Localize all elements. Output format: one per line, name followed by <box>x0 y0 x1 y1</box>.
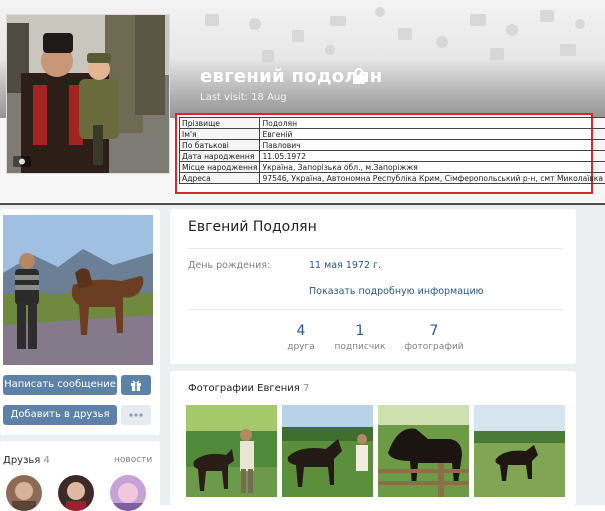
friend-photo <box>6 475 42 511</box>
table-row: Дата народження 11.05.1972 <box>180 151 605 162</box>
profile-cover-panel: евгений подолян Last visit: 18 Aug Прізв… <box>0 0 605 202</box>
profile-photo[interactable] <box>3 215 153 365</box>
row-key: Місце народження <box>180 162 260 173</box>
row-value: Павлович <box>260 140 605 151</box>
show-details-link[interactable]: Показать подробную информацию <box>309 286 484 297</box>
photo-horses-man <box>186 405 277 497</box>
counter-followers[interactable]: 1 подписчик <box>325 323 395 352</box>
camera-icon[interactable] <box>13 153 31 167</box>
send-message-button[interactable]: Написать сообщение <box>3 375 117 395</box>
birthday-label: День рождения: <box>188 260 270 271</box>
friends-count: 4 <box>44 455 50 466</box>
row-value: Подолян <box>260 118 605 129</box>
row-value: Евгеній <box>260 129 605 140</box>
photo-horse-pasture <box>474 405 565 497</box>
photo-thumbnail[interactable] <box>186 405 277 497</box>
row-key: Дата народження <box>180 151 260 162</box>
row-value: Україна, Запорізька обл., м.Запоріжжя <box>260 162 605 173</box>
page-title: Евгений Подолян <box>188 219 317 235</box>
personal-data-table: Прізвище Подолян Ім'я Евгеній По батьков… <box>179 117 605 184</box>
profile-avatar-large[interactable] <box>6 14 170 174</box>
photos-title[interactable]: Фотографии Евгения 7 <box>188 383 309 394</box>
friend-avatar[interactable] <box>58 475 94 511</box>
photo-thumbnail[interactable] <box>378 405 469 497</box>
last-visit-text: Last visit: 18 Aug <box>200 92 287 103</box>
friends-title[interactable]: Друзья 4 <box>3 455 50 466</box>
photo-horse-field <box>282 405 373 497</box>
table-row: Адреса 97546, Україна, Автономна Республ… <box>180 173 605 184</box>
photos-count: 7 <box>303 383 309 394</box>
counter-label: подписчик <box>325 342 395 352</box>
divider <box>188 309 563 310</box>
table-row: Ім'я Евгеній <box>180 129 605 140</box>
photos-card: Фотографии Евгения 7 <box>170 371 576 505</box>
friends-news-link[interactable]: новости <box>114 455 152 465</box>
highlighted-info-table: Прізвище Подолян Ім'я Евгеній По батьков… <box>175 113 593 194</box>
table-row: Місце народження Україна, Запорізька обл… <box>180 162 605 173</box>
photo-thumbnail[interactable] <box>474 405 565 497</box>
lock-icon <box>352 68 366 84</box>
friend-photo <box>58 475 94 511</box>
row-value: 11.05.1972 <box>260 151 605 162</box>
row-key: Ім'я <box>180 129 260 140</box>
divider <box>188 248 563 249</box>
more-actions-button[interactable] <box>121 405 151 425</box>
friend-photo <box>110 475 146 511</box>
row-value: 97546, Україна, Автономна Республіка Кри… <box>260 173 605 184</box>
gift-button[interactable] <box>121 375 151 395</box>
friends-card: Друзья 4 новости <box>0 441 160 511</box>
more-dots-icon <box>129 413 143 417</box>
table-row: По батькові Павлович <box>180 140 605 151</box>
profile-info-card: Евгений Подолян День рождения: 11 мая 19… <box>170 209 576 364</box>
vk-profile-page: Написать сообщение Добавить в друзья Дру… <box>0 205 605 505</box>
row-key: Адреса <box>180 173 260 184</box>
row-key: Прізвище <box>180 118 260 129</box>
friend-avatar[interactable] <box>6 475 42 511</box>
photo-thumbnail[interactable] <box>282 405 373 497</box>
counter-number: 7 <box>399 323 469 339</box>
photo-man-with-horse <box>3 215 153 365</box>
add-friend-button[interactable]: Добавить в друзья <box>3 405 117 425</box>
avatar-card: Написать сообщение Добавить в друзья <box>0 209 160 435</box>
friends-label: Друзья <box>3 455 40 466</box>
birthday-value[interactable]: 11 мая 1972 г. <box>309 260 381 271</box>
table-row: Прізвище Подолян <box>180 118 605 129</box>
counter-number: 1 <box>325 323 395 339</box>
photo-horse-fence <box>378 405 469 497</box>
row-key: По батькові <box>180 140 260 151</box>
friend-avatar[interactable] <box>110 475 146 511</box>
counter-photos[interactable]: 7 фотографий <box>399 323 469 352</box>
counter-label: фотографий <box>399 342 469 352</box>
gift-icon <box>130 379 142 391</box>
photos-label: Фотографии Евгения <box>188 383 300 394</box>
avatar-photo-cossack <box>7 15 169 173</box>
